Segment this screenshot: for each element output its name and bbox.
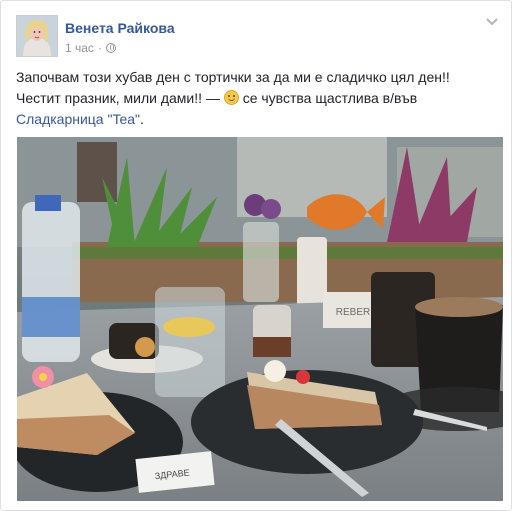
- meta-separator: ·: [97, 41, 102, 55]
- avatar-image: [17, 16, 57, 56]
- cafe-table-photo: REBER ЗДРАВЕ: [17, 137, 503, 501]
- post-timestamp[interactable]: 1 час: [65, 41, 94, 55]
- post-meta: 1 час ·: [65, 41, 116, 55]
- globe-icon[interactable]: [105, 43, 116, 53]
- author-name[interactable]: Венета Райкова: [65, 20, 175, 36]
- place-link[interactable]: Сладкарница "Tea": [16, 111, 140, 127]
- post-period: .: [140, 111, 144, 127]
- facebook-post-card: Венета Райкова 1 час · Започвам този хуб…: [0, 0, 512, 511]
- smiley-emoji-icon: [223, 90, 239, 105]
- reserved-sign-text: REBER: [336, 307, 370, 318]
- feeling-text: се чувства щастлива в/във: [242, 90, 418, 106]
- avatar[interactable]: [16, 15, 58, 57]
- post-photo[interactable]: REBER ЗДРАВЕ: [17, 137, 503, 501]
- chevron-down-icon[interactable]: [485, 17, 499, 27]
- post-text: Започвам този хубав ден с тортички за да…: [16, 67, 496, 130]
